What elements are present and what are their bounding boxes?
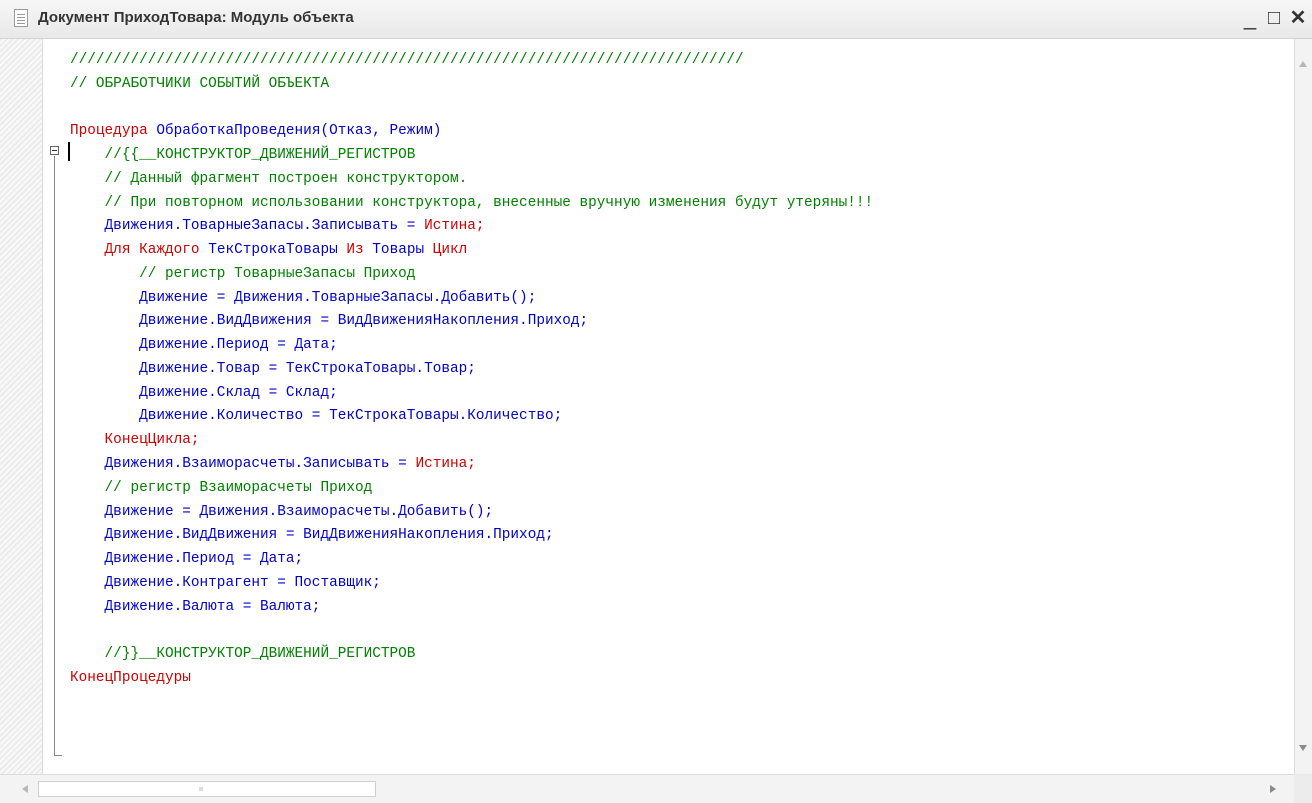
document-icon: [14, 9, 28, 27]
code-token-identifier: Движение.ВидДвижения = ВидДвиженияНакопл…: [70, 313, 589, 330]
code-line[interactable]: Движение.ВидДвижения = ВидДвиженияНакопл…: [70, 524, 873, 548]
code-token-identifier: ОбработкаПроведения(Отказ, Режим): [147, 123, 442, 140]
code-line[interactable]: Движение.Период = Дата;: [70, 548, 873, 572]
code-line[interactable]: // При повторном использовании конструкт…: [70, 192, 874, 216]
code-line[interactable]: Движение.Период = Дата;: [70, 334, 873, 358]
code-line[interactable]: Движения.Взаиморасчеты.Записывать = Исти…: [70, 453, 873, 477]
scroll-left-arrow-icon[interactable]: [22, 785, 28, 793]
window-title: Документ ПриходТовара: Модуль объекта: [38, 9, 354, 26]
code-token-identifier: Движение.Период = Дата;: [70, 551, 304, 568]
code-token-identifier: Движение.Количество = ТекСтрокаТовары.Ко…: [70, 408, 563, 425]
code-token-comment: ////////////////////////////////////////…: [70, 52, 744, 68]
code-token-keyword: Процедура: [70, 123, 148, 140]
code-token-identifier: Движение.Контрагент = Поставщик;: [70, 574, 381, 591]
code-text[interactable]: ////////////////////////////////////////…: [70, 49, 873, 691]
code-line[interactable]: Для Каждого ТекСтрокаТовары Из Товары Ци…: [70, 239, 873, 263]
code-token-comment: // регистр Взаиморасчеты Приход: [70, 479, 373, 496]
code-token-identifier: Движение.Товар = ТекСтрокаТовары.Товар;: [70, 360, 476, 377]
code-line[interactable]: Движение.ВидДвижения = ВидДвиженияНакопл…: [70, 310, 873, 334]
code-token-identifier: Движение.Период = Дата;: [70, 337, 338, 354]
scrollbar-corner: [1294, 774, 1312, 803]
minimize-button[interactable]: _: [1238, 4, 1262, 32]
code-token-identifier: Движение = Движения.ТоварныеЗапасы.Добав…: [70, 289, 537, 306]
code-line[interactable]: [70, 619, 873, 643]
code-line[interactable]: Процедура ОбработкаПроведения(Отказ, Реж…: [70, 120, 873, 144]
code-token-comment: // Данный фрагмент построен конструкторо…: [70, 170, 468, 187]
code-token-comment: // ОБРАБОТЧИКИ СОБЫТИЙ ОБЪЕКТА: [70, 75, 330, 92]
code-token-comment: //{{__КОНСТРУКТОР_ДВИЖЕНИЙ_РЕГИСТРОВ: [70, 147, 416, 164]
fold-guide-line: [54, 156, 55, 756]
code-token-identifier: Движение.ВидДвижения = ВидДвиженияНакопл…: [70, 527, 554, 544]
scroll-down-arrow-icon[interactable]: [1299, 745, 1307, 751]
code-token-keyword: Истина;: [424, 218, 485, 235]
code-token-identifier: Товары: [372, 242, 433, 259]
code-line[interactable]: // Данный фрагмент построен конструкторо…: [70, 168, 873, 192]
maximize-button[interactable]: □: [1262, 4, 1286, 32]
code-token-identifier: Движение.Валюта = Валюта;: [70, 598, 321, 615]
code-line[interactable]: Движения.ТоварныеЗапасы.Записывать = Ист…: [70, 215, 873, 239]
code-token-keyword: Истина;: [415, 456, 476, 473]
code-line[interactable]: Движение = Движения.Взаиморасчеты.Добави…: [70, 501, 873, 525]
horizontal-scroll-thumb[interactable]: [38, 781, 376, 797]
code-token-identifier: Движения.ТоварныеЗапасы.Записывать =: [70, 218, 425, 235]
code-token-keyword: Для Каждого: [70, 242, 209, 259]
code-line[interactable]: Движение.Количество = ТекСтрокаТовары.Ко…: [70, 405, 873, 429]
code-editor[interactable]: ////////////////////////////////////////…: [0, 39, 1294, 774]
code-line[interactable]: Движение.Валюта = Валюта;: [70, 596, 873, 620]
code-token-identifier: Движение.Склад = Склад;: [70, 384, 338, 401]
code-token-comment: // При повторном использовании конструкт…: [70, 194, 874, 211]
code-token-identifier: Движения.Взаиморасчеты.Записывать =: [70, 456, 416, 473]
code-line[interactable]: КонецЦикла;: [70, 429, 873, 453]
code-token-keyword: Цикл: [432, 242, 468, 259]
code-token-comment: //}}__КОНСТРУКТОР_ДВИЖЕНИЙ_РЕГИСТРОВ: [70, 646, 416, 663]
fold-guide-end: [54, 755, 62, 756]
code-line[interactable]: [70, 97, 873, 121]
code-line[interactable]: // регистр Взаиморасчеты Приход: [70, 477, 873, 501]
code-token-identifier: Движение = Движения.Взаиморасчеты.Добави…: [70, 503, 494, 520]
code-line[interactable]: // ОБРАБОТЧИКИ СОБЫТИЙ ОБЪЕКТА: [70, 73, 873, 97]
code-line[interactable]: ////////////////////////////////////////…: [70, 49, 873, 73]
code-line[interactable]: Движение.Товар = ТекСтрокаТовары.Товар;: [70, 358, 873, 382]
code-line[interactable]: КонецПроцедуры: [70, 667, 873, 691]
module-editor-window: Документ ПриходТовара: Модуль объекта _ …: [0, 0, 1312, 803]
code-line[interactable]: Движение.Контрагент = Поставщик;: [70, 572, 873, 596]
minus-box-icon[interactable]: [50, 146, 59, 155]
text-cursor: [68, 142, 70, 161]
horizontal-scrollbar[interactable]: [0, 774, 1294, 803]
code-token-keyword: КонецЦикла;: [70, 432, 200, 449]
code-line[interactable]: // регистр ТоварныеЗапасы Приход: [70, 263, 873, 287]
code-token-identifier: ТекСтрокаТовары: [208, 242, 347, 259]
code-line[interactable]: //{{__КОНСТРУКТОР_ДВИЖЕНИЙ_РЕГИСТРОВ: [70, 144, 873, 168]
editor-gutter: [0, 39, 43, 774]
code-line[interactable]: //}}__КОНСТРУКТОР_ДВИЖЕНИЙ_РЕГИСТРОВ: [70, 643, 873, 667]
code-line[interactable]: Движение.Склад = Склад;: [70, 382, 873, 406]
scroll-up-arrow-icon[interactable]: [1299, 61, 1307, 67]
vertical-scrollbar[interactable]: [1294, 39, 1312, 774]
code-token-keyword: КонецПроцедуры: [70, 669, 191, 686]
code-token-keyword: Из: [346, 242, 373, 259]
close-button[interactable]: ✕: [1286, 4, 1310, 32]
title-bar[interactable]: Документ ПриходТовара: Модуль объекта _ …: [0, 0, 1312, 39]
code-token-comment: // регистр ТоварныеЗапасы Приход: [70, 265, 416, 282]
scroll-right-arrow-icon[interactable]: [1270, 785, 1276, 793]
code-line[interactable]: Движение = Движения.ТоварныеЗапасы.Добав…: [70, 287, 873, 311]
